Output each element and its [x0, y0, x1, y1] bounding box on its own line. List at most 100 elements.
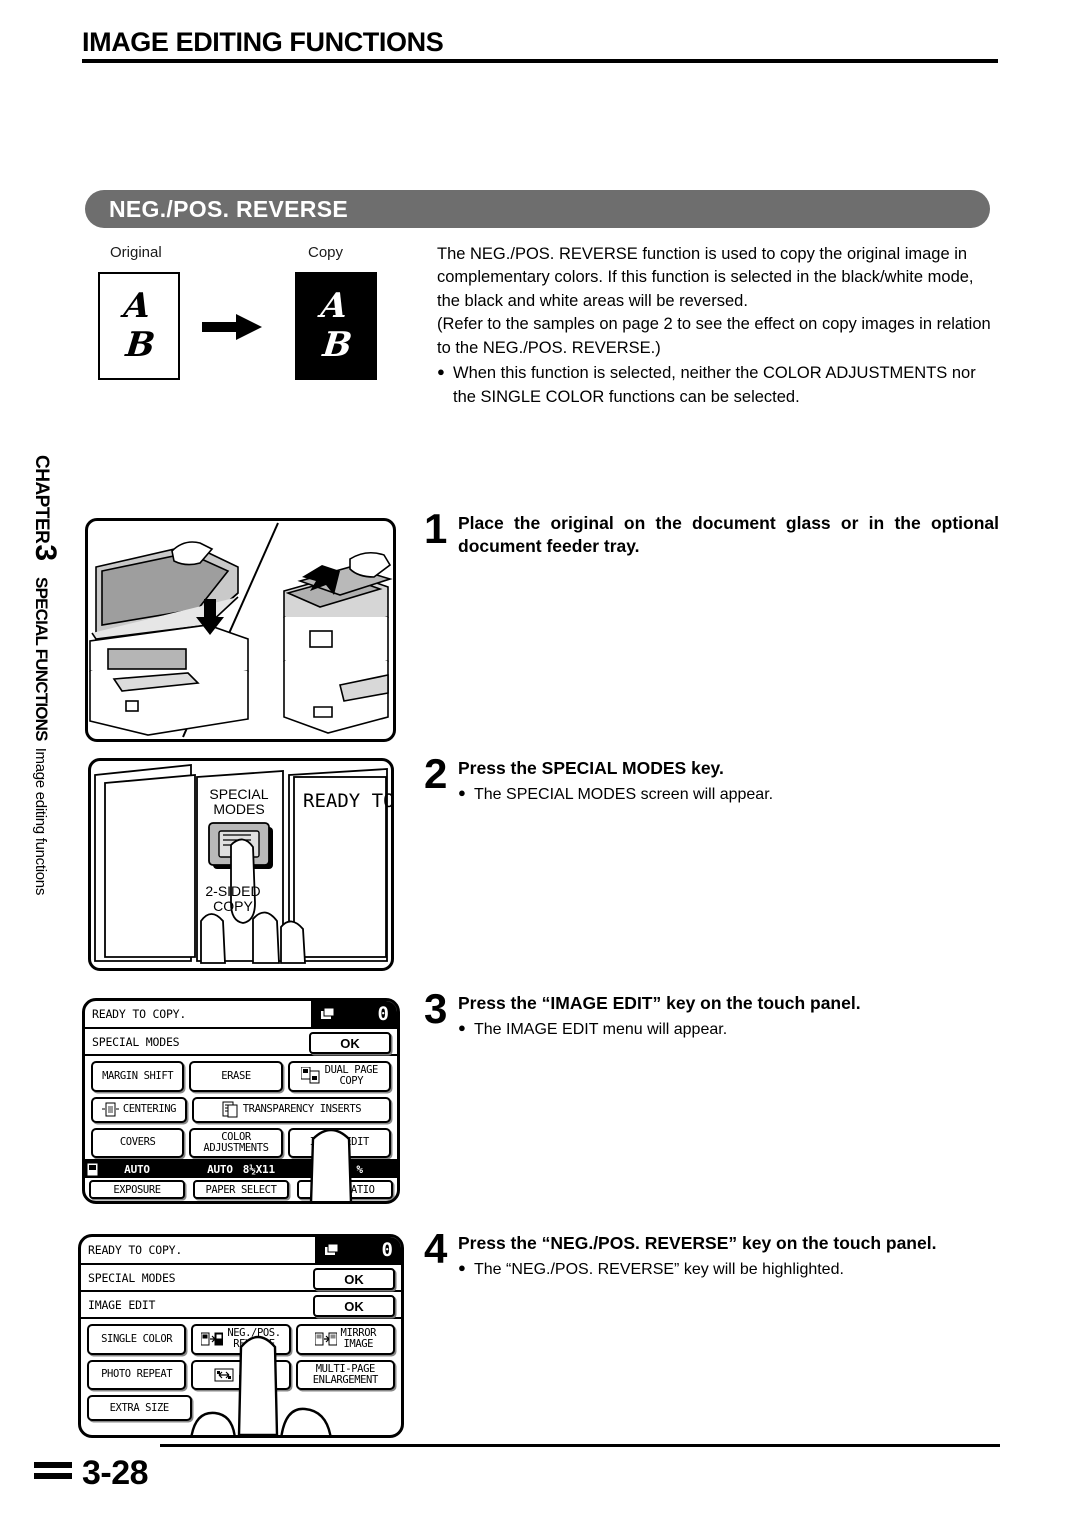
- key-full-bleed[interactable]: FULL BLEED: [191, 1359, 291, 1391]
- key-image-edit[interactable]: IMAGE EDIT: [287, 1127, 391, 1159]
- bullet-dot-icon: ●: [458, 1019, 466, 1035]
- step-4-note: ● The “NEG./POS. REVERSE” key will be hi…: [458, 1259, 999, 1281]
- paper-select-value: AUTO: [207, 1163, 233, 1177]
- transparency-inserts-icon: [222, 1101, 238, 1118]
- copier-drawing: [89, 522, 393, 738]
- footer-rule: [160, 1444, 1000, 1447]
- copy-sheet: A B: [295, 272, 377, 380]
- intro-bullet-1: ● When this function is selected, neithe…: [437, 362, 999, 409]
- key-neg-pos-reverse[interactable]: NEG./POS. REVERSE: [191, 1324, 291, 1355]
- arrow-right-icon: [202, 314, 262, 340]
- chapter-word: CHAPTER: [31, 455, 52, 544]
- original-sheet: A B: [98, 272, 180, 380]
- page-header: IMAGE EDITING FUNCTIONS: [82, 28, 998, 64]
- special-modes-touch-screen[interactable]: READY TO COPY. 0 SPECIAL MODES OK MARGIN…: [82, 998, 400, 1204]
- footer-bars-icon: [34, 1462, 72, 1484]
- section-banner: NEG./POS. REVERSE: [85, 190, 990, 228]
- copy-count: 0: [381, 1238, 393, 1261]
- key-label: CENTERING: [122, 1102, 177, 1115]
- chapter-number: 3: [29, 544, 62, 562]
- key-color-adjustments[interactable]: COLOR ADJUSTMENTS: [189, 1127, 283, 1159]
- bottom-status-strip: AUTO EXPOSURE AUTO 8½X11 PAPER SELECT 10…: [85, 1159, 397, 1201]
- paper-select-size: 8½X11: [242, 1163, 275, 1177]
- key-centering[interactable]: CENTERING: [91, 1096, 187, 1123]
- ok-button-image-edit[interactable]: OK: [313, 1295, 395, 1317]
- ok-button-special-modes[interactable]: OK: [313, 1268, 395, 1290]
- key-covers[interactable]: COVERS: [91, 1127, 185, 1159]
- key-row-1: SINGLE COLOR NEG./POS. REVERSE MIRROR IM…: [87, 1324, 395, 1355]
- exposure-value: AUTO: [124, 1163, 150, 1177]
- copy-ratio-unit: %: [356, 1163, 363, 1177]
- key-row-3: COVERS COLOR ADJUSTMENTS IMAGE EDIT: [91, 1127, 391, 1159]
- step-3-number: 3: [424, 985, 448, 1032]
- copy-count-area: 0: [311, 1001, 397, 1027]
- key-label-line2: COPY: [339, 1075, 364, 1088]
- operation-panel-drawing: SPECIAL MODES 2-SIDED COPY READY TO: [94, 764, 391, 964]
- paper-select-button[interactable]: PAPER SELECT: [193, 1180, 289, 1199]
- bullet-dot-icon: ●: [458, 784, 466, 800]
- copy-ratio-value: 100: [327, 1163, 347, 1177]
- exposure-value-bar: AUTO: [85, 1161, 189, 1179]
- step-2-heading: Press the SPECIAL MODES key.: [458, 758, 724, 778]
- bullet-dot-icon: ●: [437, 364, 445, 380]
- exposure-button[interactable]: EXPOSURE: [89, 1180, 185, 1199]
- step-1: 1 Place the original on the document gla…: [424, 505, 999, 558]
- step-3-note: ● The IMAGE EDIT menu will appear.: [458, 1019, 999, 1041]
- panel-display-text: READY TO: [303, 790, 391, 812]
- key-label: TRANSPARENCY INSERTS: [242, 1102, 362, 1115]
- centering-icon: [101, 1102, 119, 1117]
- intro-paragraph-1: The NEG./POS. REVERSE function is used t…: [437, 245, 974, 310]
- key-erase[interactable]: ERASE: [189, 1061, 283, 1092]
- sample-figure: Original Copy A B A B: [90, 244, 410, 399]
- key-label-line2: BLEED: [238, 1373, 268, 1386]
- panel-other-key-line2: COPY: [213, 898, 253, 914]
- step-3-heading: Press the “IMAGE EDIT” key on the touch …: [458, 993, 861, 1013]
- special-modes-title-row: SPECIAL MODES OK: [81, 1265, 401, 1292]
- chapter-tab: CHAPTER 3 SPECIAL FUNCTIONS Image editin…: [24, 455, 64, 975]
- intro-bullet-1-text: When this function is selected, neither …: [453, 364, 976, 406]
- special-modes-title: SPECIAL MODES: [92, 1034, 180, 1049]
- image-edit-keys: SINGLE COLOR NEG./POS. REVERSE MIRROR IM…: [81, 1319, 401, 1422]
- original-glyph-b: B: [123, 325, 157, 365]
- key-label-line2: IMAGE: [343, 1338, 374, 1351]
- key-margin-shift[interactable]: MARGIN SHIFT: [91, 1061, 185, 1092]
- key-label: SINGLE COLOR: [101, 1332, 173, 1345]
- panel-key-label-line1: SPECIAL: [209, 786, 268, 802]
- status-message: READY TO COPY.: [88, 1243, 183, 1257]
- mirror-image-icon: [314, 1332, 337, 1346]
- special-modes-title-row: SPECIAL MODES OK: [85, 1029, 397, 1056]
- key-dual-page-copy[interactable]: DUAL PAGE COPY: [287, 1061, 391, 1092]
- copy-count-area: 0: [315, 1237, 401, 1263]
- status-bar: READY TO COPY. 0: [85, 1001, 397, 1029]
- step-4-heading: Press the “NEG./POS. REVERSE” key on the…: [458, 1233, 937, 1253]
- panel-key-label-line2: MODES: [213, 801, 264, 817]
- key-photo-repeat[interactable]: PHOTO REPEAT: [87, 1359, 187, 1391]
- page-footer: 3-28: [34, 1456, 149, 1490]
- status-message: READY TO COPY.: [92, 1007, 187, 1021]
- paper-stack-icon: [325, 1243, 339, 1255]
- key-label: PHOTO REPEAT: [101, 1368, 173, 1381]
- key-transparency-inserts[interactable]: TRANSPARENCY INSERTS: [191, 1096, 391, 1123]
- copy-ratio-cell: 100 % COPY RATIO: [293, 1161, 397, 1201]
- image-edit-title: IMAGE EDIT: [88, 1297, 156, 1312]
- image-edit-touch-screen[interactable]: READY TO COPY. 0 SPECIAL MODES OK IMAGE …: [78, 1234, 404, 1438]
- copier-illustration: [85, 518, 396, 742]
- key-label-line2: ADJUSTMENTS: [203, 1141, 269, 1154]
- copy-ratio-button[interactable]: COPY RATIO: [297, 1180, 393, 1199]
- key-mirror-image[interactable]: MIRROR IMAGE: [295, 1324, 395, 1355]
- key-single-color[interactable]: SINGLE COLOR: [87, 1324, 187, 1355]
- chapter-subtitle-2: Image editing functions: [32, 747, 49, 896]
- header-rule: [82, 59, 998, 64]
- key-row-2: CENTERING TRANSPARENCY INSERTS: [91, 1096, 391, 1123]
- step-1-number: 1: [424, 505, 448, 552]
- key-label-line2: REVERSE: [233, 1338, 275, 1351]
- paper-select-value-bar: AUTO 8½X11: [189, 1161, 293, 1179]
- key-label: COVERS: [119, 1136, 156, 1149]
- key-multi-page-enlargement[interactable]: MULTI-PAGE ENLARGEMENT: [295, 1359, 395, 1391]
- step-4-note-text: The “NEG./POS. REVERSE” key will be high…: [474, 1260, 844, 1278]
- neg-pos-reverse-icon: [201, 1332, 224, 1346]
- key-extra-size[interactable]: EXTRA SIZE: [87, 1395, 192, 1422]
- step-2-number: 2: [424, 750, 448, 797]
- key-label: ERASE: [221, 1069, 251, 1082]
- ok-button[interactable]: OK: [309, 1032, 391, 1054]
